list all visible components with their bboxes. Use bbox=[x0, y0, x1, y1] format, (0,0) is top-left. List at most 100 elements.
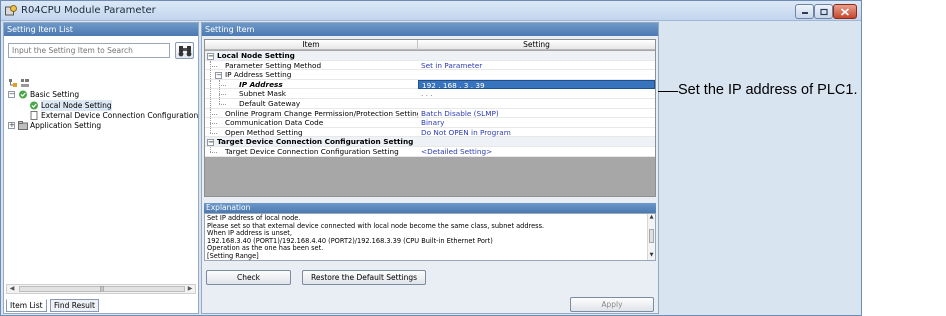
collapse-icon[interactable]: − bbox=[8, 91, 15, 98]
grid-row-communication-data-code[interactable]: Communication Data Code Binary bbox=[205, 118, 655, 128]
module-parameter-icon bbox=[5, 5, 17, 16]
binoculars-icon bbox=[178, 46, 192, 57]
explanation-line: [Setting Range] bbox=[207, 251, 259, 260]
item-cell: Target Device Connection Configuration S… bbox=[205, 147, 418, 157]
item-cell: − IP Address Setting bbox=[205, 70, 418, 80]
explanation-text: Set IP address of local node. Please set… bbox=[204, 213, 656, 261]
item-label: Communication Data Code bbox=[225, 118, 324, 128]
setting-cell bbox=[418, 137, 655, 147]
grid-section-target-device-connection[interactable]: − Target Device Connection Configuration… bbox=[205, 137, 655, 147]
minimize-button[interactable] bbox=[795, 4, 814, 19]
grid-row-subnet-mask[interactable]: Subnet Mask . . . bbox=[205, 89, 655, 99]
tree-line bbox=[210, 65, 217, 67]
tree-toolbar[interactable] bbox=[8, 78, 42, 88]
item-cell: Online Program Change Permission/Protect… bbox=[205, 108, 422, 119]
setting-item-panel: Setting Item Item Setting − Local Node S… bbox=[201, 22, 659, 314]
tree-line bbox=[210, 152, 217, 153]
expand-tree-icon[interactable] bbox=[9, 79, 17, 87]
item-label: Online Program Change Permission/Protect… bbox=[225, 108, 422, 118]
scroll-right-icon[interactable]: ▶ bbox=[185, 285, 195, 293]
tree-line bbox=[219, 104, 226, 105]
grid-header: Item Setting bbox=[205, 40, 655, 50]
setting-cell[interactable]: Set in Parameter bbox=[418, 60, 655, 71]
folder-icon bbox=[18, 121, 28, 130]
setting-item-list-header: Setting Item List bbox=[4, 23, 198, 36]
check-folder-icon bbox=[19, 90, 27, 99]
tree-line bbox=[219, 94, 226, 96]
detailed-setting-link[interactable]: <Detailed Setting> bbox=[418, 147, 655, 157]
scroll-left-icon[interactable]: ◀ bbox=[7, 285, 17, 293]
ip-address-input[interactable]: 192 . 168 . 3 . 39 bbox=[418, 79, 655, 90]
setting-cell bbox=[418, 70, 655, 80]
collapse-icon[interactable]: − bbox=[207, 53, 214, 60]
tree-line bbox=[210, 132, 217, 134]
item-label: Open Method Setting bbox=[225, 127, 303, 137]
scroll-up-icon[interactable]: ▲ bbox=[648, 214, 655, 222]
tab-find-result[interactable]: Find Result bbox=[50, 299, 99, 312]
item-cell: Subnet Mask bbox=[205, 89, 418, 99]
explanation-header: Explanation bbox=[204, 203, 656, 213]
item-label: Parameter Setting Method bbox=[225, 60, 322, 70]
tree-item-application-setting[interactable]: + Application Setting bbox=[8, 120, 188, 131]
item-cell: Open Method Setting bbox=[205, 127, 418, 138]
grid-row-online-program-change[interactable]: Online Program Change Permission/Protect… bbox=[205, 108, 655, 119]
search-button[interactable] bbox=[175, 42, 194, 59]
maximize-icon bbox=[819, 8, 828, 15]
setting-cell[interactable]: Do Not OPEN in Program bbox=[418, 127, 655, 138]
grid-row-default-gateway[interactable]: Default Gateway bbox=[205, 99, 655, 109]
grid-row-open-method-setting[interactable]: Open Method Setting Do Not OPEN in Progr… bbox=[205, 127, 655, 138]
collapse-icon[interactable]: − bbox=[207, 139, 214, 147]
callout-line bbox=[658, 91, 678, 92]
scroll-thumb[interactable]: ||| bbox=[19, 286, 185, 292]
default-gateway-input[interactable] bbox=[418, 99, 655, 109]
close-icon bbox=[840, 7, 850, 16]
scroll-down-icon[interactable]: ▼ bbox=[648, 252, 655, 260]
horizontal-scrollbar[interactable]: ◀ ||| ▶ bbox=[6, 284, 196, 294]
scroll-thumb[interactable] bbox=[649, 229, 654, 243]
collapse-tree-icon[interactable] bbox=[21, 79, 29, 87]
expand-icon[interactable]: + bbox=[8, 122, 15, 129]
tree-line bbox=[210, 89, 211, 98]
tree-line bbox=[210, 113, 217, 115]
item-cell: − Local Node Setting bbox=[205, 51, 418, 61]
close-button[interactable] bbox=[833, 4, 857, 19]
setting-cell[interactable]: Binary bbox=[418, 118, 655, 128]
item-label: Subnet Mask bbox=[239, 89, 286, 99]
setting-item-list-panel: Setting Item List − Basic Set bbox=[3, 22, 199, 314]
document-icon bbox=[30, 111, 38, 120]
item-label: IP Address Setting bbox=[225, 70, 292, 80]
tree-line bbox=[210, 99, 211, 108]
grid-row-target-device-connection-setting[interactable]: Target Device Connection Configuration S… bbox=[205, 147, 655, 157]
subnet-mask-input[interactable]: . . . bbox=[418, 89, 655, 99]
tab-item-list[interactable]: Item List bbox=[6, 299, 47, 312]
tree-item-label: Application Setting bbox=[30, 121, 102, 130]
column-header-setting: Setting bbox=[523, 40, 550, 49]
search-input[interactable] bbox=[8, 43, 170, 58]
vertical-scrollbar[interactable]: ▲ ▼ bbox=[647, 214, 655, 260]
item-cell: − Target Device Connection Configuration… bbox=[205, 137, 418, 147]
collapse-icon[interactable]: − bbox=[215, 72, 222, 80]
setting-grid: Item Setting − Local Node Setting Parame… bbox=[204, 39, 656, 197]
module-parameter-window: R04CPU Module Parameter Setting Item Lis… bbox=[0, 0, 862, 316]
item-label: IP Address bbox=[239, 79, 283, 89]
check-button[interactable]: Check bbox=[206, 270, 291, 285]
item-label: Target Device Connection Configuration S… bbox=[225, 147, 399, 156]
apply-button[interactable]: Apply bbox=[570, 297, 654, 312]
setting-cell bbox=[418, 51, 655, 61]
title-bar: R04CPU Module Parameter bbox=[1, 1, 861, 21]
setting-cell[interactable]: Batch Disable (SLMP) bbox=[418, 108, 655, 119]
grid-section-local-node-setting[interactable]: − Local Node Setting bbox=[205, 51, 655, 61]
grid-group-ip-address-setting[interactable]: − IP Address Setting bbox=[205, 70, 655, 80]
grid-row-ip-address[interactable]: IP Address 192 . 168 . 3 . 39 bbox=[205, 79, 655, 90]
minimize-icon bbox=[801, 11, 808, 14]
tree-line bbox=[210, 79, 211, 89]
item-label: Local Node Setting bbox=[217, 51, 295, 60]
restore-default-settings-button[interactable]: Restore the Default Settings bbox=[302, 270, 426, 285]
item-cell: IP Address bbox=[205, 79, 418, 90]
item-cell: Default Gateway bbox=[205, 99, 418, 109]
tree-item-basic-setting[interactable]: − Basic Setting bbox=[8, 89, 188, 100]
annotation-text: Set the IP address of PLC1. bbox=[678, 82, 858, 98]
grid-row-parameter-setting-method[interactable]: Parameter Setting Method Set in Paramete… bbox=[205, 60, 655, 71]
maximize-button[interactable] bbox=[814, 4, 833, 19]
explanation-line: Operation as the one has been set. bbox=[207, 244, 324, 253]
